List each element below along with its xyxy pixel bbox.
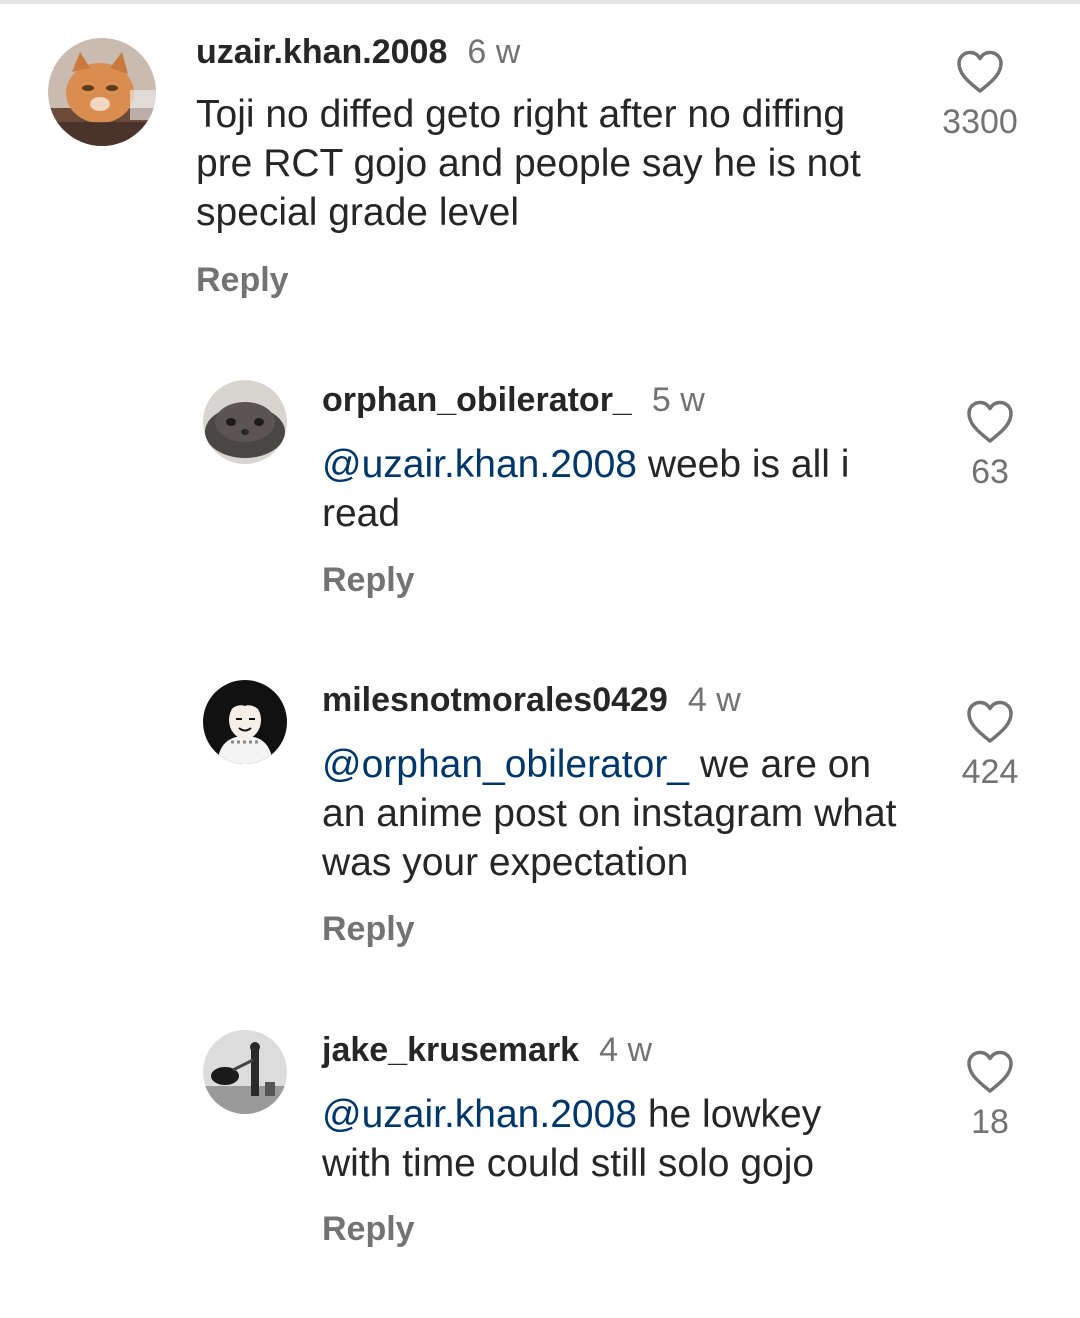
comment-text: @orphan_obilerator_ we are on an anime p… (322, 740, 912, 887)
like-block: 18 (930, 1050, 1050, 1142)
comment-meta: uzair.khan.2008 6 w (196, 32, 520, 72)
avatar[interactable] (203, 380, 287, 464)
like-count: 63 (971, 453, 1009, 491)
like-block: 3300 (920, 50, 1040, 142)
comment-text: Toji no diffed geto right after no diffi… (196, 90, 876, 237)
comment-item: orphan_obilerator_ 5 w @uzair.khan.2008 w… (0, 360, 1080, 620)
comment-meta: orphan_obilerator_ 5 w (322, 380, 705, 420)
anime-character-avatar-icon (203, 680, 287, 764)
comment-item: uzair.khan.2008 6 w Toji no diffed geto r… (0, 0, 1080, 320)
comment-body: uzair.khan.2008 6 w Toji no diffed geto r… (196, 32, 896, 312)
comment-meta: milesnotmorales0429 4 w (322, 680, 741, 720)
like-count: 424 (961, 753, 1019, 791)
comment-body: jake_krusemark 4 w @uzair.khan.2008 he lo… (322, 1030, 922, 1290)
comment-text: @uzair.khan.2008 he lowkey with time cou… (322, 1090, 882, 1188)
cat-avatar-icon (48, 38, 156, 146)
comment-meta: jake_krusemark 4 w (322, 1030, 652, 1070)
mention-link[interactable]: @uzair.khan.2008 (322, 1093, 637, 1136)
timestamp: 5 w (651, 381, 705, 419)
comment-text-content: Toji no diffed geto right after no diffi… (196, 93, 861, 234)
mention-link[interactable]: @uzair.khan.2008 (322, 443, 637, 486)
like-count: 18 (971, 1103, 1009, 1141)
comment-item: jake_krusemark 4 w @uzair.khan.2008 he lo… (0, 1010, 1080, 1290)
heart-icon[interactable] (966, 1050, 1014, 1094)
reply-button[interactable]: Reply (322, 1209, 415, 1249)
avatar[interactable] (203, 1030, 287, 1114)
like-block: 424 (930, 700, 1050, 792)
username[interactable]: jake_krusemark (322, 1031, 579, 1069)
heart-icon[interactable] (966, 400, 1014, 444)
reply-button[interactable]: Reply (322, 560, 415, 600)
heart-icon[interactable] (956, 50, 1004, 94)
avatar[interactable] (203, 680, 287, 764)
timestamp: 4 w (687, 681, 741, 719)
like-count: 3300 (942, 103, 1018, 141)
avatar[interactable] (48, 38, 156, 146)
mention-link[interactable]: @orphan_obilerator_ (322, 743, 689, 786)
grey-cat-avatar-icon (203, 380, 287, 464)
username[interactable]: orphan_obilerator_ (322, 381, 632, 419)
timestamp: 6 w (467, 33, 521, 71)
comment-body: orphan_obilerator_ 5 w @uzair.khan.2008 w… (322, 380, 922, 620)
timestamp: 4 w (599, 1031, 653, 1069)
comment-text: @uzair.khan.2008 weeb is all i read (322, 440, 902, 538)
reply-button[interactable]: Reply (196, 260, 289, 300)
reply-button[interactable]: Reply (322, 909, 415, 949)
comment-item: milesnotmorales0429 4 w @orphan_obilerato… (0, 660, 1080, 960)
username[interactable]: uzair.khan.2008 (196, 33, 447, 71)
bw-photo-avatar-icon (203, 1030, 287, 1114)
username[interactable]: milesnotmorales0429 (322, 681, 668, 719)
comment-body: milesnotmorales0429 4 w @orphan_obilerato… (322, 680, 922, 960)
like-block: 63 (930, 400, 1050, 492)
heart-icon[interactable] (966, 700, 1014, 744)
